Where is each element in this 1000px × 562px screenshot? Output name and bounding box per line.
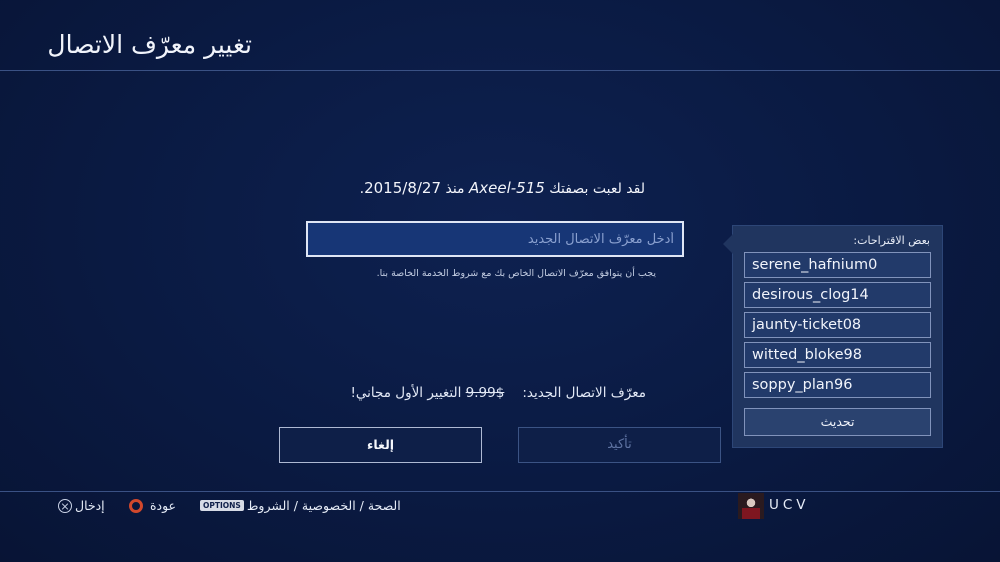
- circle-button-icon: [129, 499, 143, 513]
- enter-label: إدخال: [75, 498, 105, 513]
- suggestion-item[interactable]: witted_bloke98: [744, 342, 931, 368]
- new-online-id-input[interactable]: [306, 221, 684, 257]
- options-button-icon: OPTIONS: [200, 500, 244, 511]
- options-hint[interactable]: OPTIONS الصحة / الخصوصية / الشروط: [200, 498, 401, 513]
- back-label: عودة: [149, 498, 177, 513]
- free-change-text: التغيير الأول مجاني!: [350, 385, 462, 401]
- suggestion-item[interactable]: serene_hafnium0: [744, 252, 931, 278]
- played-prefix: لقد لعبت بصفتك: [544, 181, 645, 197]
- suggestion-item[interactable]: jaunty-ticket08: [744, 312, 931, 338]
- user-avatar: [738, 493, 764, 519]
- cross-button-icon: [58, 499, 72, 513]
- back-hint[interactable]: عودة: [129, 498, 176, 513]
- enter-hint[interactable]: إدخال: [58, 498, 105, 513]
- price-label: معرّف الاتصال الجديد:: [522, 385, 646, 401]
- terms-note: يجب أن يتوافق معرّف الاتصال الخاص بك مع …: [376, 268, 656, 279]
- suggestion-item[interactable]: desirous_clog14: [744, 282, 931, 308]
- options-label: الصحة / الخصوصية / الشروط: [246, 498, 401, 513]
- old-price: $9.99: [465, 385, 505, 401]
- suggestions-title: بعض الاقتراحات:: [853, 234, 930, 247]
- cancel-button[interactable]: إلغاء: [279, 427, 482, 463]
- suggestion-item[interactable]: soppy_plan96: [744, 372, 931, 398]
- footer-divider: [0, 491, 1000, 492]
- user-name: UCV: [769, 497, 810, 513]
- confirm-button[interactable]: تأكيد: [518, 427, 721, 463]
- current-online-id: Axeel-515: [469, 179, 545, 197]
- played-middle: منذ: [441, 181, 469, 197]
- refresh-suggestions-button[interactable]: تحديث: [744, 408, 931, 436]
- suggestions-panel: بعض الاقتراحات: serene_hafnium0 desirous…: [723, 226, 942, 447]
- played-date: 2015/8/27: [364, 179, 442, 197]
- price-info: معرّف الاتصال الجديد: $9.99 التغيير الأول…: [340, 385, 646, 401]
- played-since-text: لقد لعبت بصفتك Axeel-515 منذ 2015/8/27.: [355, 179, 645, 197]
- page-title: تغيير معرّف الاتصال: [47, 30, 252, 59]
- header-divider: [0, 70, 1000, 71]
